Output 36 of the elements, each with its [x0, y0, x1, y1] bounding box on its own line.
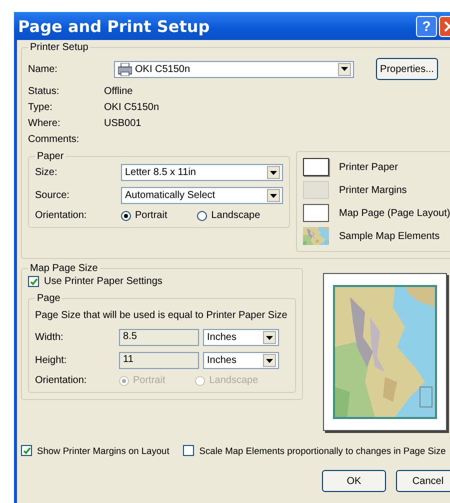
source-dropdown[interactable]: Automatically Select [121, 187, 283, 204]
window-title: Page and Print Setup [18, 16, 211, 36]
group-title: Printer Setup [29, 42, 90, 53]
page-size-note: Page Size that will be used is equal to Printer Paper Size [35, 310, 288, 321]
legend-label: Printer Margins [339, 184, 407, 196]
field-label: Size: [35, 167, 58, 178]
field-value: Offline [104, 86, 134, 97]
radio-option[interactable]: Landscape [197, 210, 260, 221]
group-title: Page [36, 293, 62, 304]
group-title: Paper [36, 151, 65, 162]
field-label: Orientation: [35, 210, 88, 221]
legend-label: Printer Paper [339, 162, 398, 172]
legend-label: Map Page (Page Layout) [339, 208, 450, 218]
legend-label: Sample Map Elements [339, 230, 440, 242]
help-button[interactable]: ? [416, 16, 437, 36]
checkbox[interactable]: Scale Map Elements proportionally to changes in Page Size [183, 445, 446, 456]
properties-button[interactable]: Properties... [376, 58, 438, 80]
checkbox[interactable]: Use Printer Paper Settings [28, 276, 296, 287]
printer-dropdown[interactable]: OKI C5150n [114, 60, 354, 78]
field-label: Where: [28, 118, 62, 129]
dialog-button[interactable]: Cancel [396, 470, 450, 492]
field-label: Source: [35, 190, 70, 201]
field-label: Type: [28, 102, 54, 113]
dialog-button[interactable]: OK [322, 470, 386, 492]
field-label: Height: [35, 355, 68, 366]
field-value: USB001 [104, 118, 142, 129]
group-title: Map Page Size [29, 263, 99, 274]
field-label: Name: [28, 64, 58, 74]
field-label: Status: [28, 86, 60, 97]
field-label: Comments: [28, 134, 80, 145]
radio-option[interactable]: Portrait [121, 210, 168, 221]
field-label: Width: [35, 332, 64, 343]
checkbox[interactable]: Show Printer Margins on Layout [21, 445, 170, 456]
field-label: Orientation: [35, 375, 88, 386]
size-dropdown[interactable]: Letter 8.5 x 11in [121, 164, 283, 181]
field-value: OKI C5150n [104, 102, 160, 113]
